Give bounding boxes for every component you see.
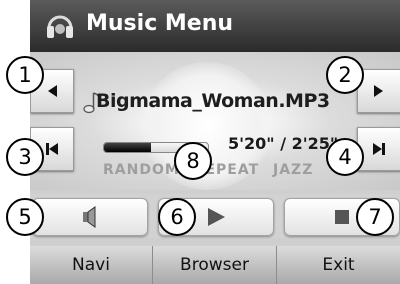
progress-fill <box>104 143 151 152</box>
next-track-button[interactable] <box>357 127 400 171</box>
triangle-right-icon <box>374 85 383 97</box>
browser-button[interactable]: Browser <box>153 246 277 284</box>
play-icon <box>208 208 225 226</box>
stop-icon <box>335 210 349 224</box>
callout-3: 3 <box>6 138 44 176</box>
callout-7: 7 <box>356 198 394 236</box>
title-bar: Music Menu <box>30 0 400 52</box>
control-row <box>30 194 400 238</box>
callout-6: 6 <box>158 198 196 236</box>
skip-back-icon <box>46 143 58 155</box>
navi-button[interactable]: Navi <box>30 246 153 284</box>
mode-jazz[interactable]: JAZZ <box>273 162 313 178</box>
play-modes: RANDOM REPEAT JAZZ <box>103 162 321 178</box>
page-title: Music Menu <box>86 11 234 36</box>
headphones-icon <box>47 15 73 38</box>
speaker-icon <box>83 206 96 228</box>
callout-5: 5 <box>6 198 44 236</box>
callout-2: 2 <box>326 56 364 94</box>
volume-button[interactable] <box>32 198 148 236</box>
track-time: 5'20" / 2'25" <box>228 134 339 153</box>
bottom-nav: Navi Browser Exit <box>30 246 400 284</box>
triangle-left-icon <box>48 85 57 97</box>
track-name: Bigmama_Woman.MP3 <box>96 90 330 112</box>
callout-1: 1 <box>6 56 44 94</box>
exit-button[interactable]: Exit <box>277 246 400 284</box>
callout-8: 8 <box>174 142 212 180</box>
skip-forward-icon <box>373 143 385 155</box>
callout-4: 4 <box>326 138 364 176</box>
mode-random[interactable]: RANDOM <box>103 162 180 178</box>
